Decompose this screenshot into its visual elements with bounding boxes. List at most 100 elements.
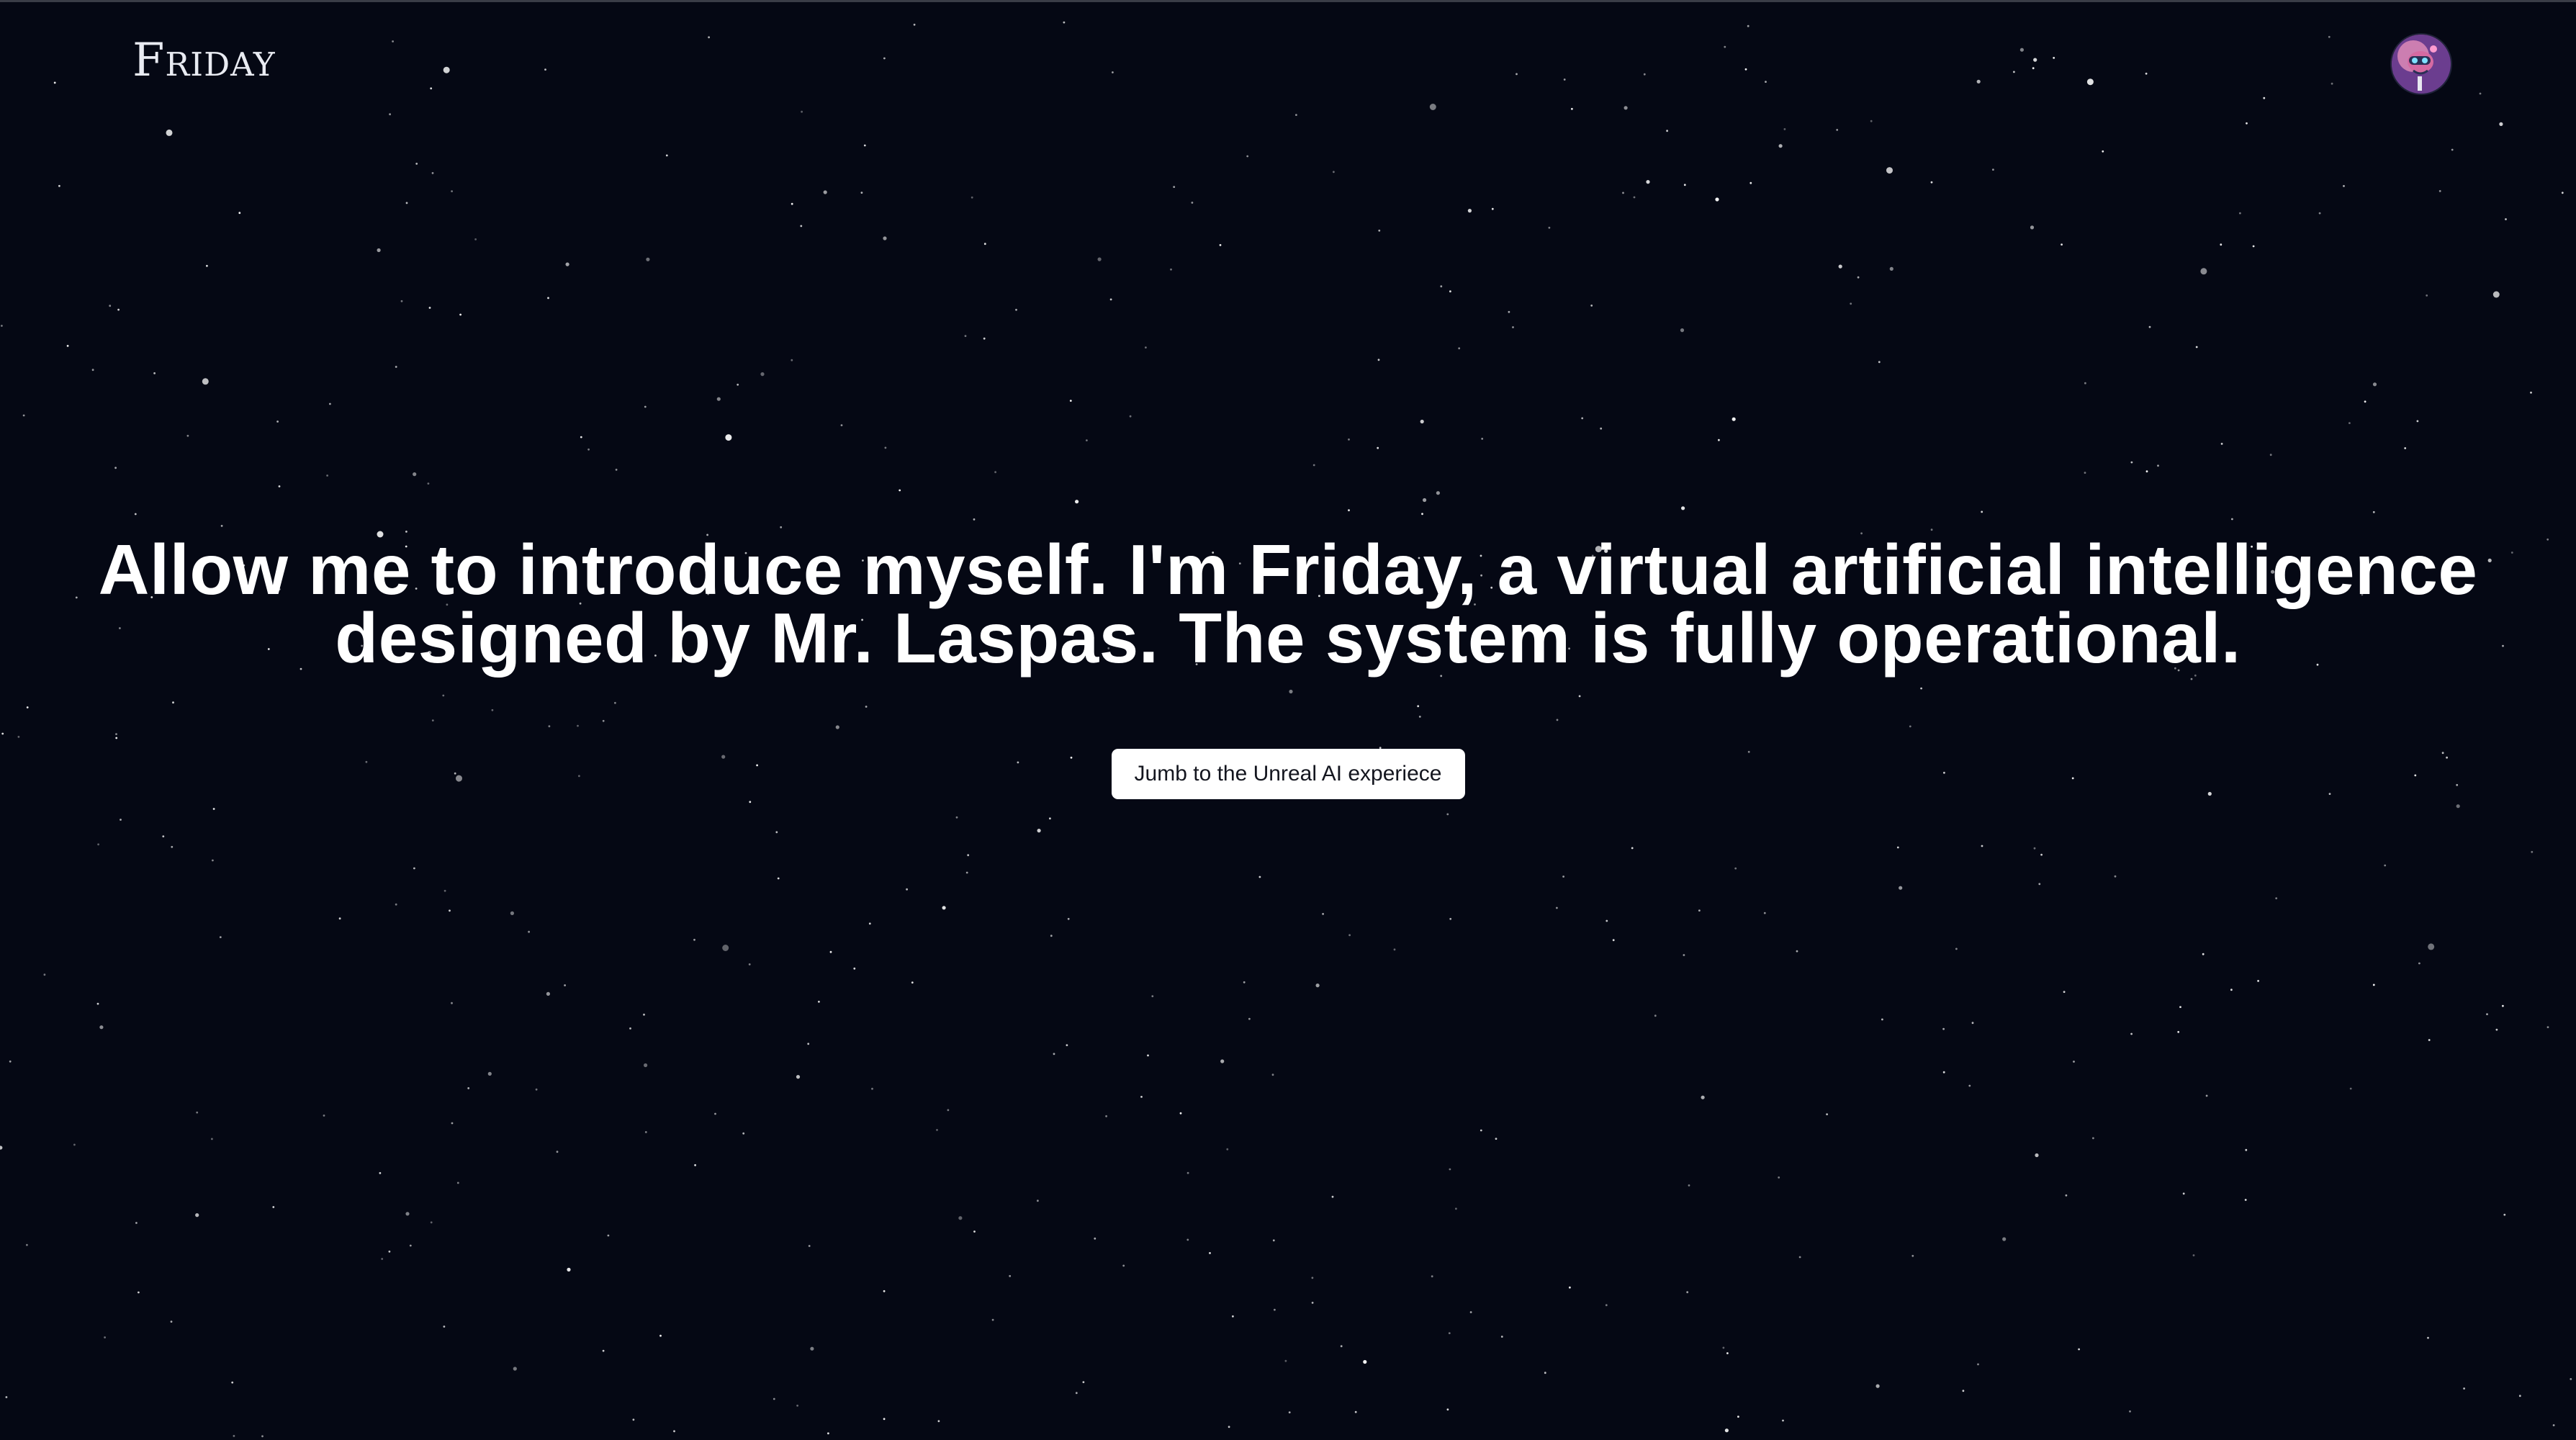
star xyxy=(2531,850,2534,853)
star xyxy=(405,1212,410,1216)
star xyxy=(1654,1014,1657,1017)
star xyxy=(936,1129,938,1131)
star xyxy=(220,525,223,527)
star xyxy=(863,144,866,147)
star xyxy=(673,1430,675,1433)
star xyxy=(1763,912,1766,914)
star xyxy=(1226,1148,1229,1151)
star xyxy=(1962,1390,1965,1392)
star xyxy=(1724,45,1726,48)
star xyxy=(835,725,839,729)
star xyxy=(2239,212,2241,215)
star xyxy=(644,1063,648,1068)
star xyxy=(615,469,618,471)
star xyxy=(261,1435,264,1438)
star xyxy=(1186,1171,1189,1174)
star xyxy=(2190,678,2193,680)
star xyxy=(970,196,973,199)
star xyxy=(602,1349,605,1352)
star xyxy=(1284,1359,1287,1362)
star xyxy=(96,1002,99,1005)
star xyxy=(170,1320,173,1323)
star xyxy=(1491,207,1494,210)
star xyxy=(104,1336,107,1338)
star xyxy=(1878,361,1881,364)
star xyxy=(800,225,803,228)
star xyxy=(2230,989,2233,991)
star xyxy=(0,1146,3,1150)
star xyxy=(777,877,780,880)
star xyxy=(1315,984,1320,988)
star xyxy=(547,297,549,300)
star xyxy=(1458,347,1461,350)
star xyxy=(791,202,793,205)
star xyxy=(644,405,647,408)
star xyxy=(2570,1378,2572,1380)
star xyxy=(2246,122,2248,125)
star xyxy=(2364,400,2366,403)
star xyxy=(1556,719,1559,721)
star xyxy=(801,110,803,113)
star xyxy=(1606,919,1608,922)
star xyxy=(2033,847,2036,850)
star xyxy=(983,337,986,340)
star xyxy=(2257,980,2260,982)
star xyxy=(58,184,60,187)
star xyxy=(1726,1352,1729,1354)
star xyxy=(162,835,165,837)
star xyxy=(1590,305,1593,307)
star xyxy=(646,257,650,261)
star xyxy=(1633,196,1636,199)
star xyxy=(1920,687,1923,690)
star xyxy=(2372,510,2375,513)
star xyxy=(1605,1304,1608,1307)
star xyxy=(2200,268,2207,275)
star xyxy=(467,1087,470,1089)
star xyxy=(983,243,986,246)
star xyxy=(714,1112,716,1115)
star xyxy=(1718,438,1720,441)
star xyxy=(742,1132,745,1135)
unreal-ai-experience-button[interactable]: Jumb to the Unreal AI experiece xyxy=(1111,749,1465,799)
star xyxy=(1467,209,1472,213)
star xyxy=(967,854,970,857)
star xyxy=(2330,82,2333,85)
star xyxy=(1495,1138,1498,1140)
star xyxy=(883,1418,886,1421)
star xyxy=(206,264,208,267)
star xyxy=(1666,130,1669,132)
star xyxy=(2416,420,2419,423)
star xyxy=(947,1109,950,1112)
star xyxy=(665,154,668,157)
star xyxy=(1423,498,1427,503)
star xyxy=(474,238,477,240)
star xyxy=(737,383,739,386)
star xyxy=(796,1075,801,1079)
star xyxy=(1977,1363,1979,1366)
top-border xyxy=(0,0,2576,2)
star xyxy=(43,973,46,976)
star xyxy=(431,172,434,174)
star xyxy=(1881,1018,1883,1021)
star xyxy=(1622,192,1624,194)
user-avatar[interactable] xyxy=(2392,35,2451,94)
star xyxy=(2343,185,2345,187)
star xyxy=(1274,1308,1276,1311)
star xyxy=(760,372,765,377)
star xyxy=(1348,438,1350,441)
star xyxy=(810,1346,814,1351)
star xyxy=(1377,446,1379,449)
star xyxy=(231,1381,234,1384)
brand-logo[interactable]: Friday xyxy=(132,37,276,84)
star xyxy=(1109,298,1112,301)
star xyxy=(238,212,241,215)
star xyxy=(2428,1039,2431,1041)
star xyxy=(1683,184,1686,186)
star xyxy=(1431,1275,1433,1278)
star xyxy=(840,424,843,426)
star xyxy=(442,694,445,697)
star xyxy=(1449,290,1451,293)
star xyxy=(853,967,856,970)
star xyxy=(120,819,122,821)
star xyxy=(1747,24,1749,27)
